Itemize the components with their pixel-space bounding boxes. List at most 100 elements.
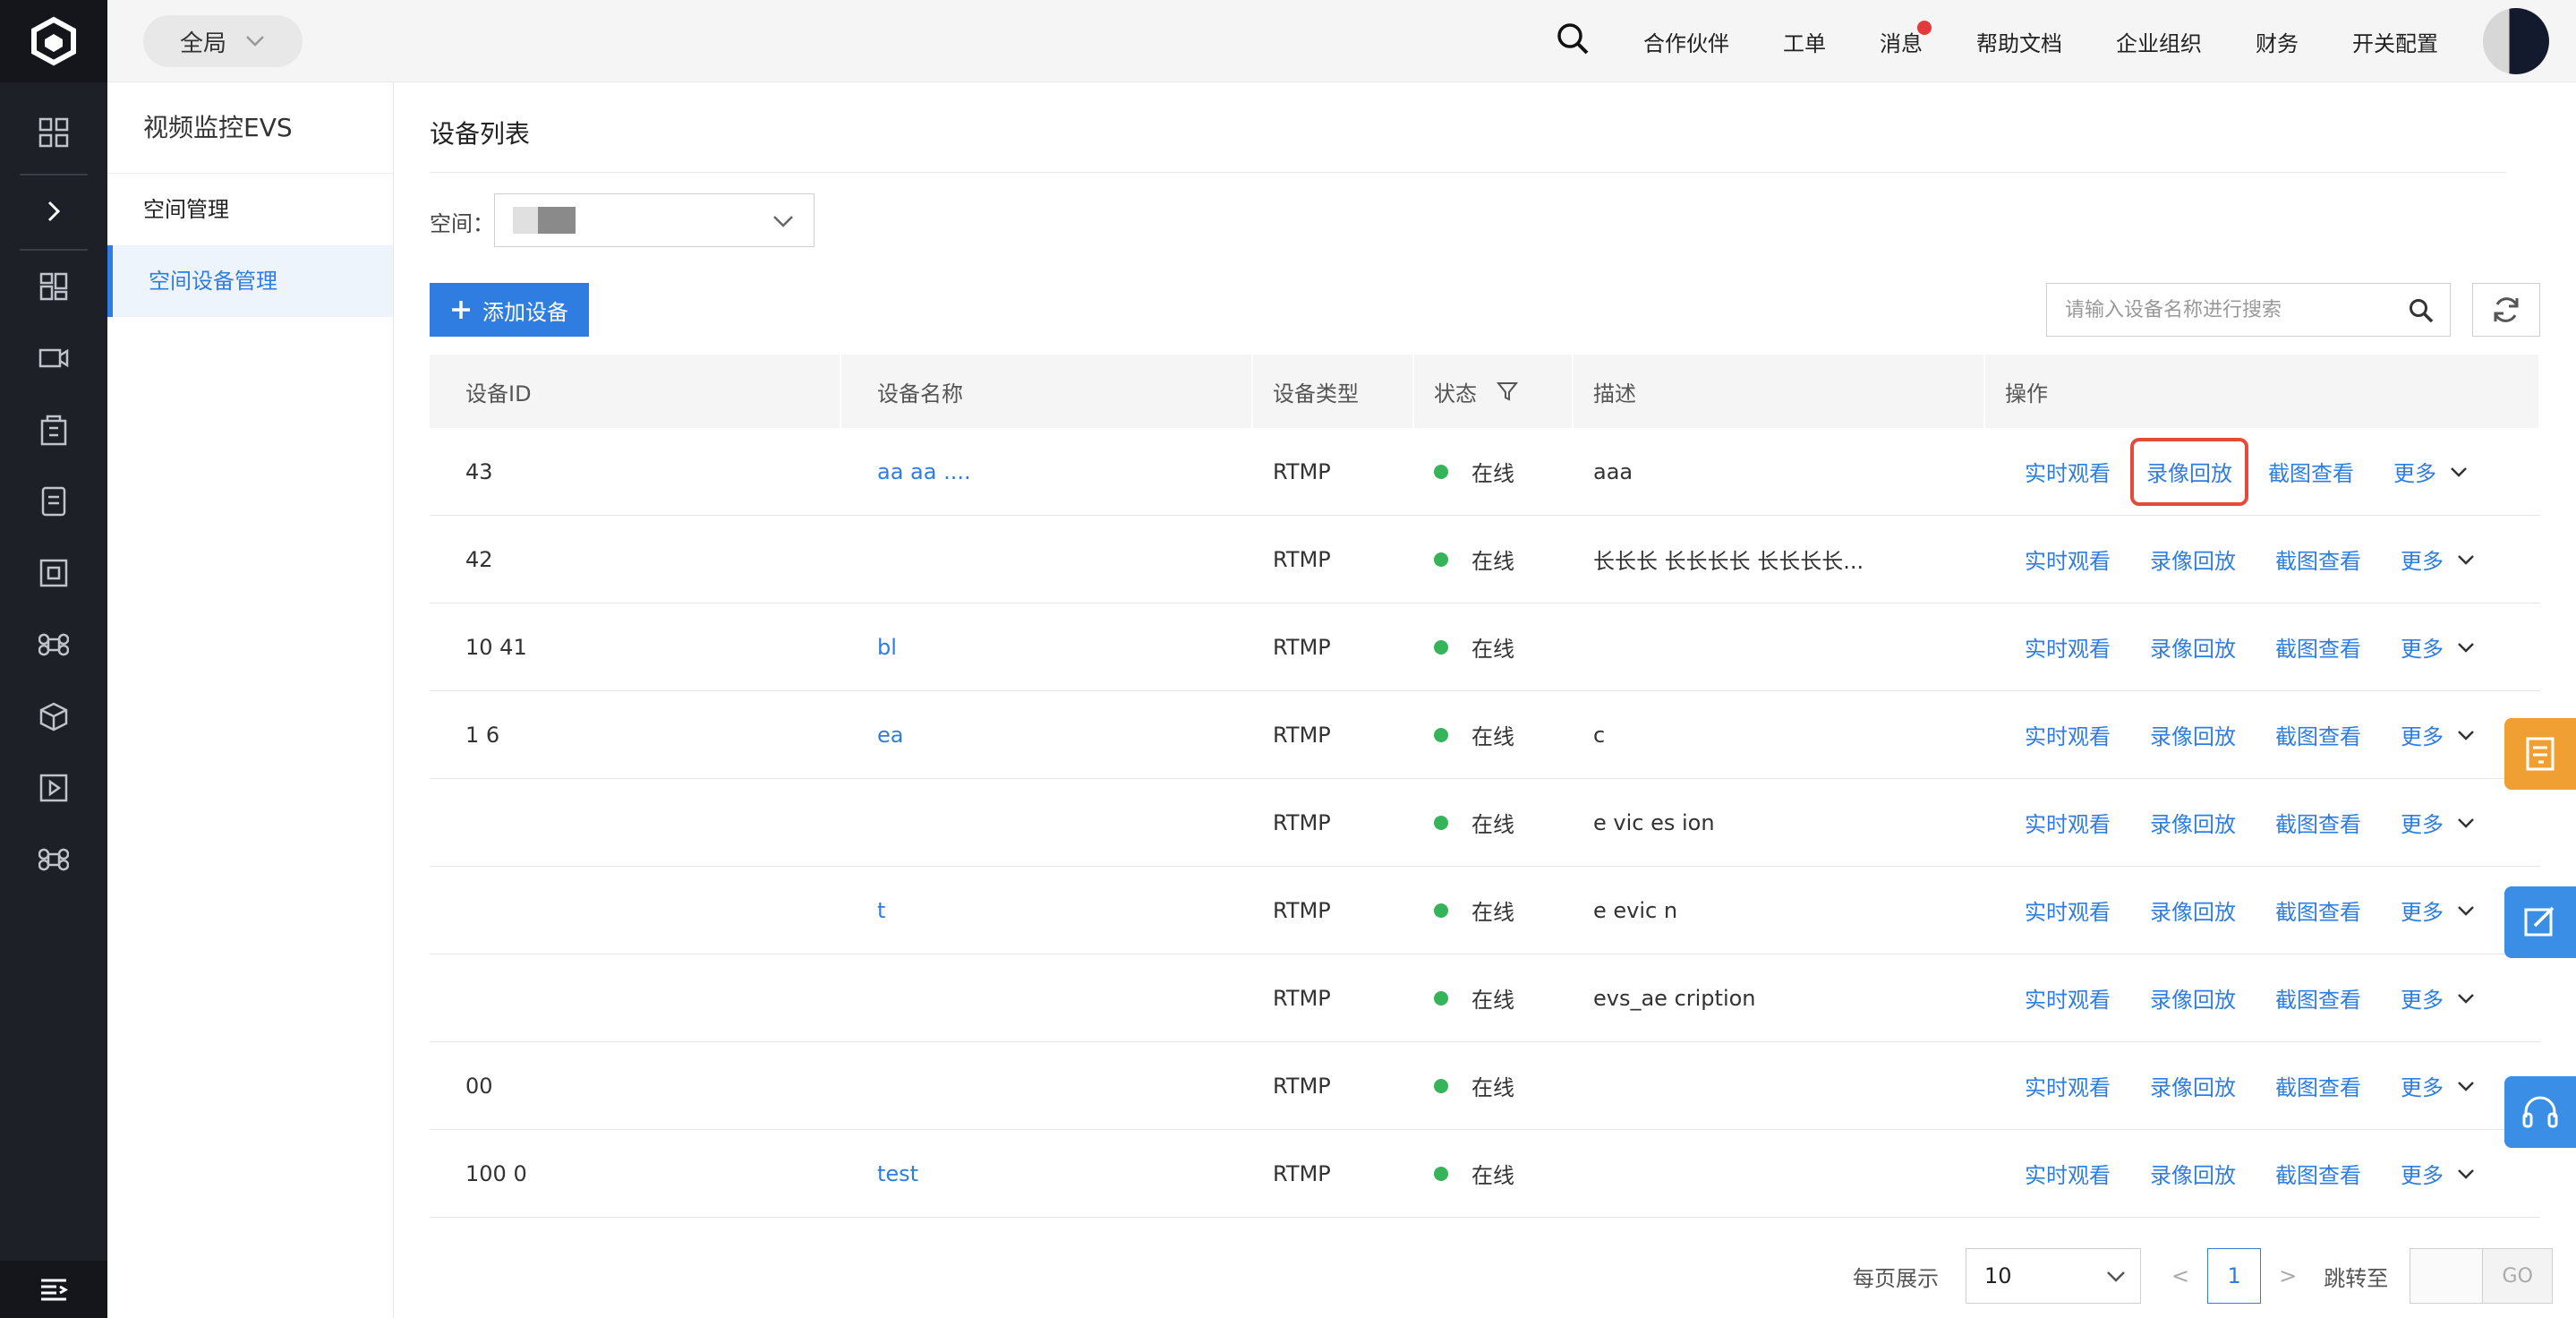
op-snapshot[interactable]: 截图查看: [2256, 1052, 2381, 1120]
op-playback[interactable]: 录像回放: [2130, 526, 2256, 594]
apps-icon[interactable]: [0, 260, 107, 313]
header-status[interactable]: 状态: [1414, 355, 1574, 428]
float-checklist-button[interactable]: [2504, 718, 2576, 790]
cell-device-type: RTMP: [1273, 458, 1331, 484]
cell-device-name[interactable]: ea: [841, 691, 1253, 778]
op-more-label: 更多: [2401, 900, 2444, 925]
page-size-select[interactable]: 10: [1966, 1248, 2141, 1304]
scope-selector[interactable]: 全局: [143, 15, 303, 67]
cell-device-name[interactable]: [841, 516, 1253, 603]
float-support-button[interactable]: [2504, 1076, 2576, 1148]
op-playback[interactable]: 录像回放: [2130, 613, 2256, 681]
cell-device-name[interactable]: [841, 1042, 1253, 1129]
nav-partners[interactable]: 合作伙伴: [1643, 26, 1729, 57]
op-snapshot[interactable]: 截图查看: [2256, 877, 2381, 945]
op-playback[interactable]: 录像回放: [2130, 789, 2256, 857]
op-more[interactable]: 更多: [2381, 1070, 2476, 1101]
online-dot: [1434, 639, 1448, 655]
cell-status: 在线: [1414, 691, 1574, 778]
op-live-view[interactable]: 实时观看: [2005, 526, 2130, 594]
op-playback[interactable]: 录像回放: [2130, 1140, 2256, 1208]
op-more[interactable]: 更多: [2381, 543, 2476, 575]
cell-device-name[interactable]: [841, 779, 1253, 866]
menu-toggle-icon[interactable]: [0, 1261, 107, 1318]
op-live-view[interactable]: 实时观看: [2005, 438, 2130, 506]
op-more[interactable]: 更多: [2381, 719, 2476, 750]
sidebar-item-space-management[interactable]: 空间管理: [107, 174, 393, 245]
sidebar-item-space-device-management[interactable]: 空间设备管理: [107, 245, 393, 317]
op-live-view[interactable]: 实时观看: [2005, 877, 2130, 945]
op-live-view[interactable]: 实时观看: [2005, 789, 2130, 857]
op-snapshot[interactable]: 截图查看: [2256, 1140, 2381, 1208]
dashboard-icon[interactable]: [0, 106, 107, 159]
op-live-view[interactable]: 实时观看: [2005, 613, 2130, 681]
op-playback[interactable]: 录像回放: [2130, 701, 2256, 769]
nav-help-docs[interactable]: 帮助文档: [1976, 26, 2062, 57]
command-icon[interactable]: [0, 618, 107, 672]
op-live-view[interactable]: 实时观看: [2005, 964, 2130, 1032]
op-more[interactable]: 更多: [2381, 631, 2476, 663]
op-snapshot[interactable]: 截图查看: [2256, 964, 2381, 1032]
nav-switch-config[interactable]: 开关配置: [2352, 26, 2438, 57]
frame-icon[interactable]: [0, 546, 107, 600]
online-dot: [1434, 1166, 1448, 1181]
play-icon[interactable]: [0, 761, 107, 815]
op-more[interactable]: 更多: [2381, 982, 2476, 1014]
refresh-button[interactable]: [2472, 283, 2540, 337]
op-playback[interactable]: 录像回放: [2130, 877, 2256, 945]
op-snapshot[interactable]: 截图查看: [2248, 438, 2374, 506]
search-icon[interactable]: [1556, 21, 1590, 61]
logo[interactable]: [0, 0, 107, 82]
op-more[interactable]: 更多: [2381, 894, 2476, 926]
building-icon[interactable]: [0, 403, 107, 457]
cell-actions: 实时观看 录像回放 截图查看 更多: [1985, 516, 2540, 603]
op-snapshot[interactable]: 截图查看: [2256, 789, 2381, 857]
search-input[interactable]: [2065, 298, 2405, 321]
page-number-current[interactable]: 1: [2207, 1248, 2262, 1304]
nav-messages[interactable]: 消息: [1880, 20, 1932, 57]
filter-icon[interactable]: [1497, 381, 1518, 402]
op-live-view[interactable]: 实时观看: [2005, 1052, 2130, 1120]
op-snapshot[interactable]: 截图查看: [2256, 613, 2381, 681]
op-live-view[interactable]: 实时观看: [2005, 1140, 2130, 1208]
add-device-button[interactable]: 添加设备: [430, 283, 589, 337]
avatar[interactable]: [2483, 8, 2549, 74]
cell-device-name[interactable]: [841, 954, 1253, 1041]
op-snapshot[interactable]: 截图查看: [2256, 526, 2381, 594]
go-button[interactable]: GO: [2483, 1248, 2554, 1304]
op-playback[interactable]: 录像回放: [2130, 437, 2248, 506]
video-camera-icon[interactable]: [0, 331, 107, 385]
next-page-button[interactable]: >: [2279, 1263, 2297, 1288]
op-playback[interactable]: 录像回放: [2130, 964, 2256, 1032]
command-icon-2[interactable]: [0, 833, 107, 886]
checklist-icon: [2526, 737, 2555, 771]
status-label: 在线: [1471, 812, 1514, 837]
op-more[interactable]: 更多: [2374, 456, 2469, 487]
op-more-label: 更多: [2401, 988, 2444, 1013]
cell-device-name[interactable]: test: [841, 1130, 1253, 1217]
chevron-down-icon: [2458, 554, 2474, 565]
nav-tickets[interactable]: 工单: [1783, 26, 1826, 57]
cell-device-name[interactable]: t: [841, 867, 1253, 954]
op-more[interactable]: 更多: [2381, 1158, 2476, 1189]
nav-finance[interactable]: 财务: [2256, 26, 2299, 57]
nav-organization[interactable]: 企业组织: [2116, 26, 2202, 57]
cell-device-id: [430, 779, 841, 866]
cell-status: 在线: [1414, 516, 1574, 603]
box-icon[interactable]: [0, 689, 107, 743]
prev-page-button[interactable]: <: [2171, 1263, 2189, 1288]
op-live-view[interactable]: 实时观看: [2005, 701, 2130, 769]
op-more[interactable]: 更多: [2381, 807, 2476, 838]
op-playback[interactable]: 录像回放: [2130, 1052, 2256, 1120]
search-field[interactable]: [2046, 283, 2451, 337]
space-select[interactable]: [494, 193, 815, 247]
online-dot: [1434, 990, 1448, 1006]
jump-page-input[interactable]: [2410, 1248, 2484, 1304]
cell-device-name[interactable]: aa aa ....: [841, 428, 1253, 515]
expand-chevron-icon[interactable]: [0, 184, 107, 238]
op-snapshot[interactable]: 截图查看: [2256, 701, 2381, 769]
float-feedback-button[interactable]: [2504, 886, 2576, 958]
cell-device-name[interactable]: bl: [841, 603, 1253, 690]
document-icon[interactable]: [0, 475, 107, 528]
search-icon[interactable]: [2409, 298, 2434, 323]
